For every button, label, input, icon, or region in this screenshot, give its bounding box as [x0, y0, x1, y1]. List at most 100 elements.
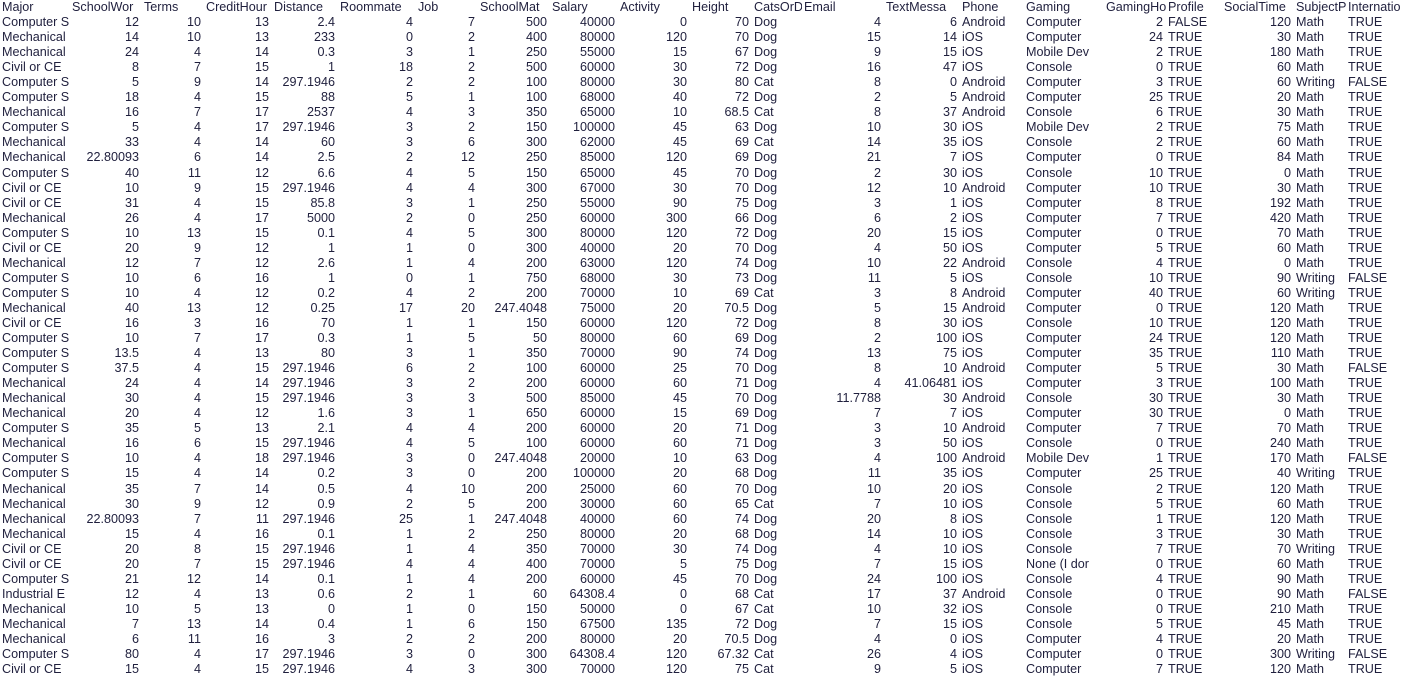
cell-job[interactable]: 2 — [416, 527, 478, 542]
cell-major[interactable]: Computer S — [0, 647, 70, 662]
cell-distance[interactable]: 2.6 — [272, 256, 338, 271]
cell-job[interactable]: 4 — [416, 557, 478, 572]
cell-job[interactable]: 1 — [416, 271, 478, 286]
cell-textmessage[interactable]: 10 — [884, 542, 960, 557]
cell-salary[interactable]: 40000 — [550, 512, 618, 527]
cell-profile[interactable]: TRUE — [1166, 135, 1222, 150]
cell-schoolwork[interactable]: 31 — [70, 196, 142, 211]
cell-gaming[interactable]: Computer — [1024, 211, 1104, 226]
cell-height[interactable]: 70 — [690, 181, 752, 196]
cell-height[interactable]: 68 — [690, 466, 752, 481]
cell-email[interactable]: 4 — [802, 542, 884, 557]
cell-phone[interactable]: Android — [960, 256, 1024, 271]
cell-schoolwork[interactable]: 10 — [70, 271, 142, 286]
cell-job[interactable]: 5 — [416, 226, 478, 241]
cell-schoolmate[interactable]: 200 — [478, 572, 550, 587]
cell-gaminghours[interactable]: 3 — [1104, 75, 1166, 90]
cell-catsordog[interactable]: Dog — [752, 451, 802, 466]
cell-email[interactable]: 4 — [802, 376, 884, 391]
cell-gaming[interactable]: Console — [1024, 271, 1104, 286]
cell-gaminghours[interactable]: 7 — [1104, 542, 1166, 557]
cell-subjectpref[interactable]: Math — [1294, 30, 1346, 45]
cell-major[interactable]: Computer S — [0, 466, 70, 481]
cell-terms[interactable]: 4 — [142, 587, 204, 602]
cell-schoolmate[interactable]: 200 — [478, 482, 550, 497]
cell-roommate[interactable]: 2 — [338, 587, 416, 602]
cell-gaminghours[interactable]: 0 — [1104, 587, 1166, 602]
cell-phone[interactable]: iOS — [960, 271, 1024, 286]
cell-profile[interactable]: TRUE — [1166, 241, 1222, 256]
cell-catsordog[interactable]: Dog — [752, 241, 802, 256]
cell-major[interactable]: Civil or CE — [0, 316, 70, 331]
cell-gaming[interactable]: Mobile Dev — [1024, 45, 1104, 60]
cell-schoolmate[interactable]: 200 — [478, 497, 550, 512]
cell-textmessage[interactable]: 5 — [884, 662, 960, 677]
cell-subjectpref[interactable]: Math — [1294, 587, 1346, 602]
cell-major[interactable]: Computer S — [0, 166, 70, 181]
cell-subjectpref[interactable]: Math — [1294, 632, 1346, 647]
cell-socialtime[interactable]: 60 — [1222, 497, 1294, 512]
cell-gaminghours[interactable]: 6 — [1104, 105, 1166, 120]
column-header-schoolmate[interactable]: SchoolMat — [478, 0, 550, 15]
cell-schoolmate[interactable]: 250 — [478, 211, 550, 226]
cell-gaming[interactable]: Console — [1024, 527, 1104, 542]
cell-gaming[interactable]: Computer — [1024, 331, 1104, 346]
cell-height[interactable]: 72 — [690, 226, 752, 241]
cell-textmessage[interactable]: 50 — [884, 436, 960, 451]
cell-textmessage[interactable]: 2 — [884, 211, 960, 226]
cell-email[interactable]: 26 — [802, 647, 884, 662]
cell-profile[interactable]: TRUE — [1166, 662, 1222, 677]
cell-profile[interactable]: TRUE — [1166, 286, 1222, 301]
cell-salary[interactable]: 20000 — [550, 451, 618, 466]
cell-schoolwork[interactable]: 40 — [70, 166, 142, 181]
cell-schoolmate[interactable]: 400 — [478, 557, 550, 572]
cell-textmessage[interactable]: 35 — [884, 135, 960, 150]
cell-salary[interactable]: 68000 — [550, 90, 618, 105]
cell-gaming[interactable]: Console — [1024, 105, 1104, 120]
cell-textmessage[interactable]: 10 — [884, 181, 960, 196]
cell-profile[interactable]: TRUE — [1166, 361, 1222, 376]
cell-email[interactable]: 10 — [802, 256, 884, 271]
cell-textmessage[interactable]: 50 — [884, 241, 960, 256]
cell-textmessage[interactable]: 15 — [884, 226, 960, 241]
cell-phone[interactable]: Android — [960, 361, 1024, 376]
cell-schoolwork[interactable]: 16 — [70, 105, 142, 120]
cell-international[interactable]: TRUE — [1346, 512, 1401, 527]
cell-terms[interactable]: 4 — [142, 376, 204, 391]
cell-email[interactable]: 5 — [802, 301, 884, 316]
cell-major[interactable]: Computer S — [0, 271, 70, 286]
cell-distance[interactable]: 297.1946 — [272, 512, 338, 527]
table-row[interactable]: Mechanical 22.80093 7 11 297.1946 25 1 247.4048… — [0, 512, 1401, 527]
cell-roommate[interactable]: 2 — [338, 75, 416, 90]
cell-roommate[interactable]: 4 — [338, 226, 416, 241]
cell-distance[interactable]: 297.1946 — [272, 557, 338, 572]
cell-schoolwork[interactable]: 10 — [70, 331, 142, 346]
cell-profile[interactable]: TRUE — [1166, 542, 1222, 557]
cell-subjectpref[interactable]: Math — [1294, 241, 1346, 256]
table-row[interactable]: Mechanical 7 13 14 0.4 1 6 150 67500 135 72 Dog 7 15 i… — [0, 617, 1401, 632]
table-row[interactable]: Mechanical 14 10 13 233 0 2 400 80000 120 70 Dog 15 1… — [0, 30, 1401, 45]
cell-credithour[interactable]: 15 — [204, 361, 272, 376]
cell-subjectpref[interactable]: Math — [1294, 196, 1346, 211]
cell-phone[interactable]: iOS — [960, 30, 1024, 45]
cell-job[interactable]: 5 — [416, 497, 478, 512]
cell-salary[interactable]: 55000 — [550, 196, 618, 211]
cell-schoolwork[interactable]: 10 — [70, 451, 142, 466]
cell-subjectpref[interactable]: Math — [1294, 421, 1346, 436]
cell-socialtime[interactable]: 300 — [1222, 647, 1294, 662]
cell-catsordog[interactable]: Cat — [752, 587, 802, 602]
cell-terms[interactable]: 5 — [142, 421, 204, 436]
cell-phone[interactable]: iOS — [960, 120, 1024, 135]
cell-distance[interactable]: 297.1946 — [272, 75, 338, 90]
cell-roommate[interactable]: 4 — [338, 15, 416, 30]
cell-schoolwork[interactable]: 24 — [70, 376, 142, 391]
cell-schoolmate[interactable]: 400 — [478, 30, 550, 45]
cell-activity[interactable]: 45 — [618, 135, 690, 150]
cell-gaminghours[interactable]: 30 — [1104, 406, 1166, 421]
cell-subjectpref[interactable]: Math — [1294, 316, 1346, 331]
table-row[interactable]: Computer S 35 5 13 2.1 4 4 200 60000 20 71 Dog 3 10 An… — [0, 421, 1401, 436]
cell-activity[interactable]: 120 — [618, 150, 690, 165]
cell-distance[interactable]: 60 — [272, 135, 338, 150]
cell-gaminghours[interactable]: 2 — [1104, 135, 1166, 150]
cell-schoolmate[interactable]: 350 — [478, 346, 550, 361]
